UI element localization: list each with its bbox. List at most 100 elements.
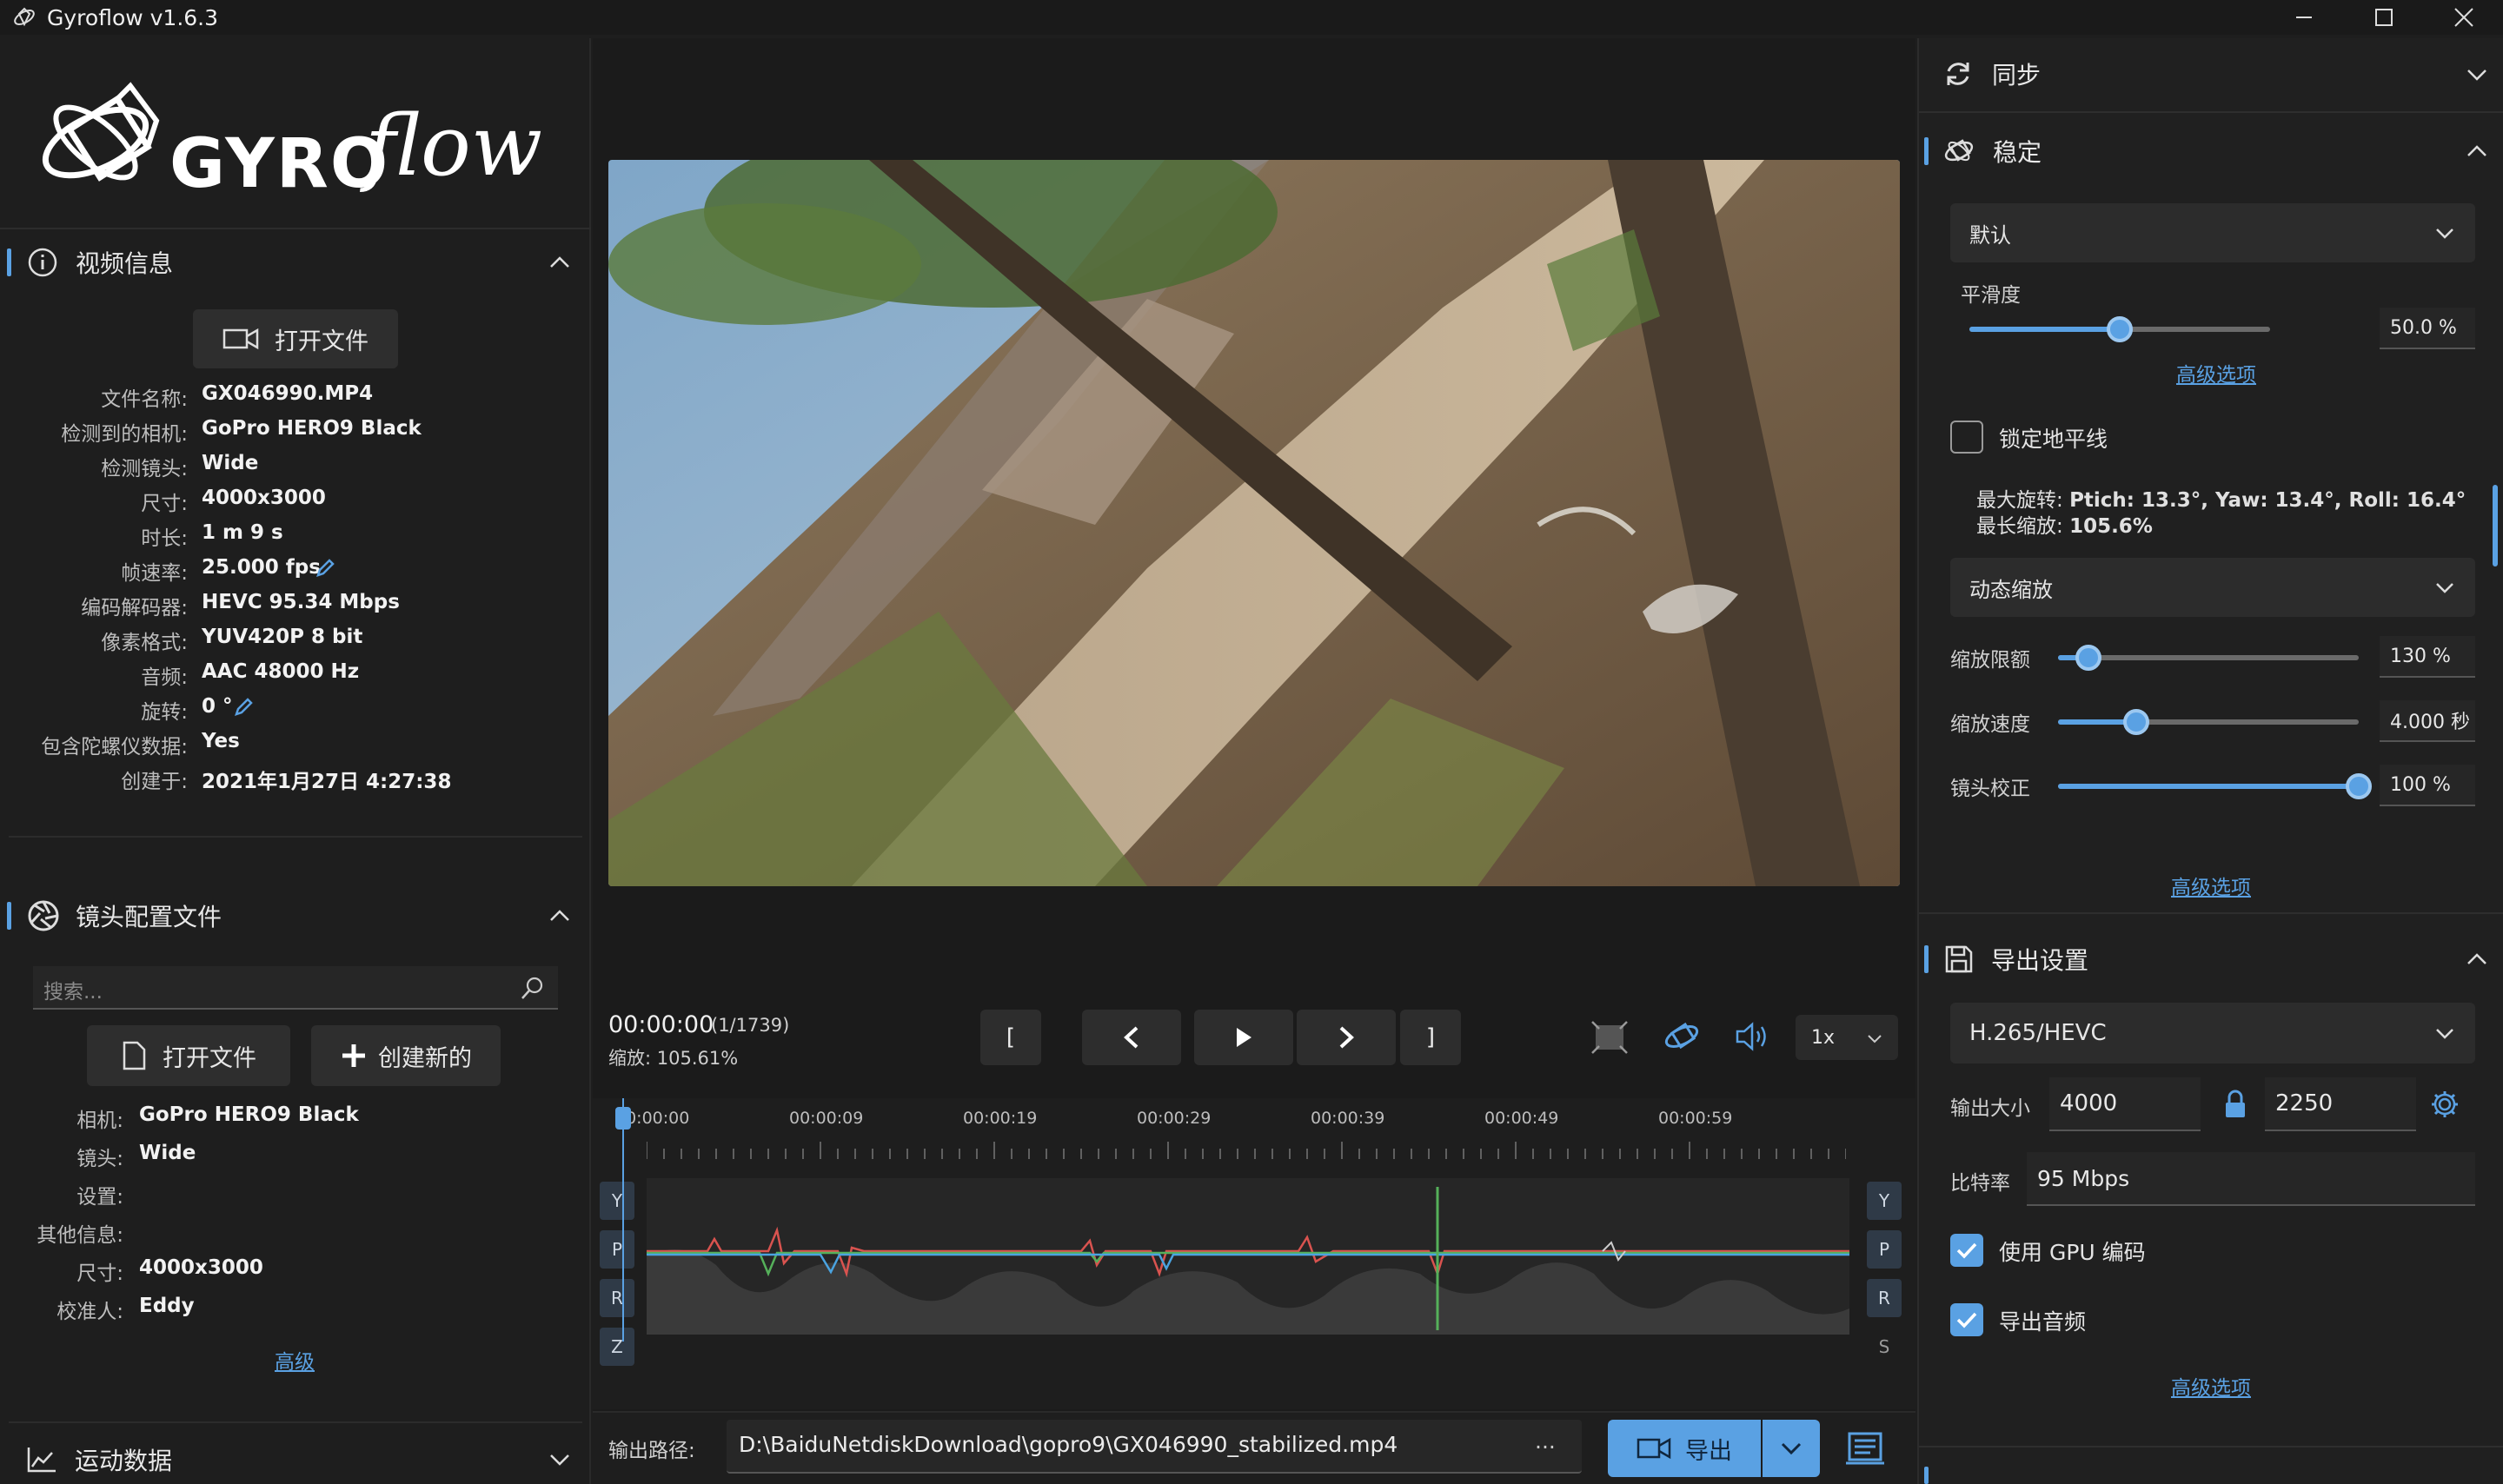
codec-select[interactable]: H.265/HEVC [1950, 1003, 2475, 1063]
video-info-header[interactable]: 视频信息 [0, 231, 591, 294]
gyro-graph [647, 1178, 1849, 1335]
smoothness-value-input[interactable]: 50.0 % [2380, 308, 2475, 349]
stabilization-icon [1944, 139, 1974, 162]
axis-toggle-z[interactable]: Z [600, 1328, 634, 1366]
edit-icon[interactable] [233, 697, 254, 718]
use-gpu-checkbox[interactable] [1950, 1234, 1983, 1267]
info-value: AAC 48000 Hz [202, 660, 360, 683]
export-advanced-link[interactable]: 高级选项 [2171, 1371, 2251, 1401]
volume-button[interactable] [1735, 1020, 1771, 1057]
bitrate-value: 95 Mbps [2037, 1165, 2130, 1191]
output-width-input[interactable]: 4000 [2049, 1077, 2201, 1131]
info-value: Wide [139, 1142, 196, 1164]
axis-toggle-p[interactable]: P [1867, 1230, 1902, 1269]
create-new-label: 创建新的 [378, 1044, 472, 1072]
play-button[interactable] [1194, 1010, 1293, 1065]
sync-header[interactable]: 同步 [1919, 38, 2503, 109]
zoom-speed-value-input[interactable]: 4.000 秒 [2380, 700, 2475, 742]
stabilization-advanced-link[interactable]: 高级选项 [2171, 871, 2251, 900]
output-path-label: 输出路径: [608, 1440, 695, 1462]
export-options-dropdown[interactable] [1763, 1420, 1820, 1477]
info-icon [28, 248, 57, 277]
scrollbar-thumb[interactable] [2493, 485, 2498, 566]
info-row: 音频: AAC 48000 Hz [0, 657, 591, 692]
zoom-speed-thumb[interactable] [2122, 709, 2149, 735]
previous-frame-button[interactable] [1082, 1010, 1181, 1065]
info-value: 25.000 fps [202, 556, 321, 579]
lens-advanced-link[interactable]: 高级 [275, 1345, 315, 1375]
set-in-point-button[interactable]: [ [980, 1010, 1041, 1065]
chevron-down-icon [2436, 1029, 2453, 1039]
title-bar: Gyroflow v1.6.3 [0, 0, 2503, 35]
bitrate-input[interactable]: 95 Mbps [2027, 1152, 2475, 1206]
close-button[interactable] [2425, 0, 2503, 35]
next-section-accent [1924, 1467, 1929, 1484]
plus-icon [342, 1044, 365, 1067]
stabilization-toggle[interactable] [1662, 1017, 1702, 1060]
minimize-button[interactable] [2265, 0, 2343, 35]
output-bar: 输出路径: D:\BaiduNetdiskDownload\gopro9\GX0… [593, 1411, 1915, 1484]
chevron-down-icon [1868, 1035, 1882, 1043]
next-frame-button[interactable] [1297, 1010, 1396, 1065]
stabilization-method-select[interactable]: 默认 [1950, 203, 2475, 262]
lens-correction-thumb[interactable] [2346, 773, 2372, 799]
browse-output-button[interactable]: ... [1535, 1428, 1556, 1454]
lens-correction-value-input[interactable]: 100 % [2380, 765, 2475, 806]
lens-correction-slider[interactable] [2058, 773, 2372, 799]
info-value: YUV420P 8 bit [202, 626, 363, 648]
smoothness-thumb[interactable] [2107, 316, 2133, 342]
zoom-limit-track [2058, 645, 2359, 671]
timeline-tick-label: 00:00:19 [963, 1109, 1038, 1128]
output-height-input[interactable]: 2250 [2265, 1077, 2416, 1131]
timeline-tick-label: 00:00:09 [789, 1109, 864, 1128]
axis-toggle-p[interactable]: P [600, 1230, 634, 1269]
axis-toggle-r[interactable]: R [1867, 1279, 1902, 1317]
axis-toggle-y[interactable]: Y [1867, 1182, 1902, 1220]
open-file-label: 打开文件 [275, 328, 368, 355]
open-lens-file-button[interactable]: 打开文件 [87, 1025, 290, 1086]
smoothness-slider[interactable] [1969, 316, 2270, 342]
export-label: 导出 [1685, 1437, 1732, 1465]
info-value: 4000x3000 [202, 487, 326, 509]
zoom-mode-value: 动态缩放 [1969, 577, 2053, 602]
stabilization-overlay-toggle[interactable] [1590, 1020, 1629, 1058]
chevron-down-icon [2436, 583, 2453, 593]
lock-icon[interactable] [2223, 1090, 2247, 1119]
timeline[interactable]: 00:00:00 00:00:09 00:00:19 00:00:29 00:00:39… [593, 1098, 1915, 1409]
playback-speed-select[interactable]: 1x [1796, 1015, 1898, 1060]
edit-icon[interactable] [315, 558, 335, 579]
max-zoom-text: 最长缩放: 105.6% [1976, 509, 2153, 539]
set-out-point-button[interactable]: ] [1400, 1010, 1461, 1065]
zoom-speed-label: 缩放速度 [1950, 713, 2030, 736]
export-settings-header[interactable]: 导出设置 [1919, 928, 2503, 990]
axis-toggle-y[interactable]: Y [600, 1182, 634, 1220]
gear-icon[interactable] [2430, 1090, 2460, 1119]
lens-profile-header[interactable]: 镜头配置文件 [0, 884, 591, 947]
video-preview[interactable] [608, 160, 1900, 886]
zoom-limit-thumb[interactable] [2075, 645, 2101, 671]
zoom-limit-slider[interactable] [2058, 645, 2359, 671]
smoothness-advanced-link[interactable]: 高级选项 [2176, 358, 2256, 388]
axis-toggle-r[interactable]: R [600, 1279, 634, 1317]
stabilization-header[interactable]: 稳定 [1919, 120, 2503, 182]
export-button[interactable]: 导出 [1608, 1420, 1761, 1477]
lock-horizon-checkbox[interactable] [1950, 421, 1983, 454]
export-audio-checkbox[interactable] [1950, 1303, 1983, 1336]
zoom-speed-slider[interactable] [2058, 709, 2359, 735]
lens-search-input[interactable]: 搜索... [33, 966, 558, 1010]
playhead-handle[interactable] [615, 1107, 631, 1130]
open-video-file-button[interactable]: 打开文件 [193, 309, 398, 368]
zoom-limit-value-input[interactable]: 130 % [2380, 636, 2475, 678]
sync-icon [1947, 63, 1969, 85]
motion-data-header[interactable]: 运动数据 [0, 1428, 591, 1484]
axis-toggle-s[interactable]: S [1867, 1328, 1902, 1366]
create-new-profile-button[interactable]: 创建新的 [311, 1025, 501, 1086]
zoom-readout: 缩放: 105.61% [608, 1048, 739, 1069]
chevron-up-icon [2467, 145, 2486, 156]
out-point-label: ] [1425, 1024, 1436, 1050]
zoom-mode-select[interactable]: 动态缩放 [1950, 558, 2475, 617]
render-queue-button[interactable] [1844, 1430, 1886, 1470]
output-path-input[interactable]: D:\BaiduNetdiskDownload\gopro9\GX046990_… [727, 1420, 1582, 1474]
output-size-label: 输出大小 [1950, 1097, 2030, 1120]
maximize-button[interactable] [2345, 0, 2423, 35]
